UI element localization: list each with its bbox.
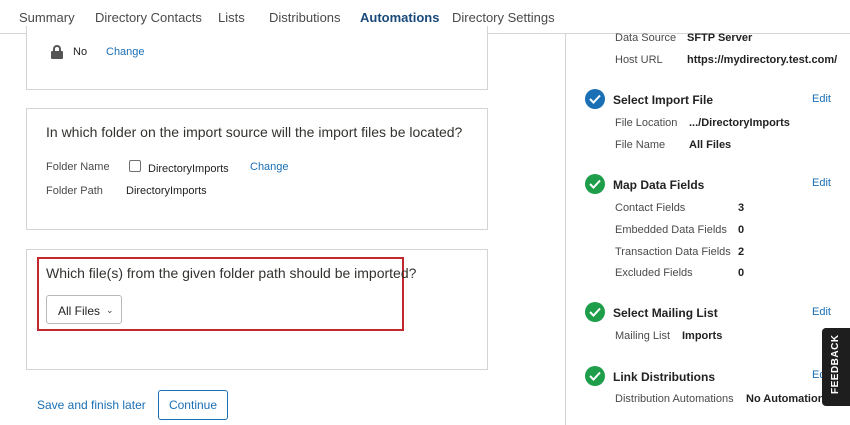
folder-path-value: DirectoryImports: [126, 185, 207, 197]
data-source-label: Data Source: [615, 32, 677, 44]
contact-fields-value: 3: [738, 202, 745, 214]
save-and-finish-later-link[interactable]: Save and finish later: [37, 398, 146, 412]
encryption-change-link[interactable]: Change: [106, 46, 145, 58]
edit-select-import-file-link[interactable]: Edit: [812, 93, 831, 105]
distribution-automations-label: Distribution Automations: [615, 393, 734, 405]
lock-icon: [51, 45, 63, 59]
file-name-value: All Files: [689, 139, 732, 151]
embedded-data-fields-label: Embedded Data Fields: [615, 224, 727, 236]
embedded-data-fields-value: 0: [738, 224, 745, 236]
file-location-value: .../DirectoryImports: [689, 117, 790, 129]
contact-fields-label: Contact Fields: [615, 202, 686, 214]
tab-automations[interactable]: Automations: [360, 10, 439, 25]
distribution-automations-value: No Automations: [746, 393, 831, 405]
step-title-select-import-file: Select Import File: [613, 93, 714, 107]
file-name-label: File Name: [615, 139, 666, 151]
excluded-fields-value: 0: [738, 267, 745, 279]
edit-map-data-fields-link[interactable]: Edit: [812, 177, 831, 189]
host-url-label: Host URL: [615, 54, 663, 66]
tab-directory-settings[interactable]: Directory Settings: [452, 10, 555, 25]
panel-divider: [565, 34, 566, 425]
folder-name-value: DirectoryImports: [148, 163, 229, 175]
dropdown-value: All Files: [58, 304, 101, 318]
transaction-data-fields-label: Transaction Data Fields: [615, 246, 731, 258]
file-question: Which file(s) from the given folder path…: [46, 265, 417, 281]
folder-name-checkbox[interactable]: [129, 160, 141, 172]
edit-select-mailing-list-link[interactable]: Edit: [812, 306, 831, 318]
tab-summary[interactable]: Summary: [19, 10, 75, 25]
folder-path-label: Folder Path: [46, 185, 103, 197]
folder-name-label: Folder Name: [46, 161, 110, 173]
step-title-select-mailing-list: Select Mailing List: [613, 306, 718, 320]
continue-button[interactable]: Continue: [158, 390, 228, 420]
tab-distributions[interactable]: Distributions: [269, 10, 341, 25]
excluded-fields-label: Excluded Fields: [615, 267, 693, 279]
feedback-label: FEEDBACK: [830, 334, 841, 394]
encryption-card: [26, 26, 488, 90]
mailing-list-label: Mailing List: [615, 330, 671, 342]
step-complete-check-icon: [585, 174, 605, 194]
step-complete-check-icon: [585, 302, 605, 322]
folder-change-link[interactable]: Change: [250, 161, 289, 173]
folder-question: In which folder on the import source wil…: [46, 124, 463, 140]
step-complete-check-icon: [585, 366, 605, 386]
tab-directory-contacts[interactable]: Directory Contacts: [95, 10, 202, 25]
mailing-list-value: Imports: [682, 330, 723, 342]
step-title-link-distributions: Link Distributions: [613, 370, 715, 384]
host-url-value: https://mydirectory.test.com/: [687, 54, 838, 66]
file-select-dropdown[interactable]: All Files ⌄: [46, 295, 122, 324]
feedback-tab[interactable]: FEEDBACK: [822, 328, 850, 406]
tab-lists[interactable]: Lists: [218, 10, 245, 25]
transaction-data-fields-value: 2: [738, 246, 745, 258]
step-title-map-data-fields: Map Data Fields: [613, 178, 705, 192]
step-pending-check-icon: [585, 89, 605, 109]
data-source-value: SFTP Server: [687, 32, 753, 44]
file-location-label: File Location: [615, 117, 678, 129]
encryption-value: No: [73, 46, 88, 58]
chevron-down-icon: ⌄: [106, 305, 114, 315]
